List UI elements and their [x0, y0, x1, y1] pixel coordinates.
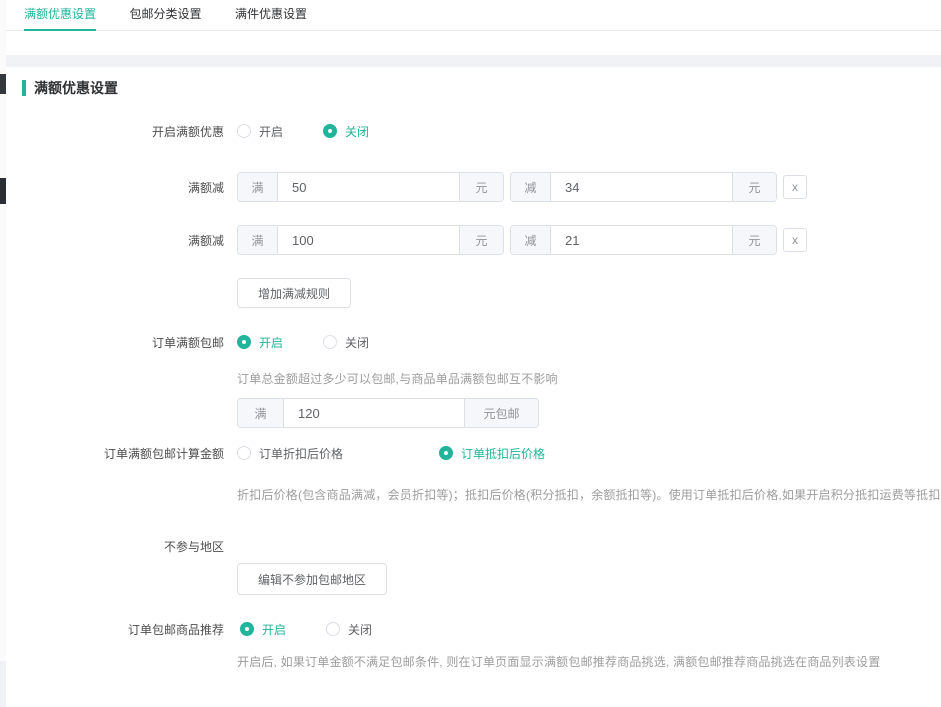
- free-shipping-tip: 订单总金额超过多少可以包邮,与商品单品满额包邮互不影响: [237, 370, 558, 387]
- tabs-nav: 满额优惠设置 包邮分类设置 满件优惠设置: [6, 0, 941, 31]
- rule-row-1: 满额减 满 元 减 元 x: [6, 172, 941, 202]
- calc-amount-label: 订单满额包邮计算金额: [6, 445, 224, 462]
- suffix-yuan: 元: [459, 226, 503, 254]
- recommend-tip-row: 开启后, 如果订单金额不满足包邮条件, 则在订单页面显示满额包邮推荐商品挑选, …: [6, 653, 941, 669]
- tabs-bar: 满额优惠设置 包邮分类设置 满件优惠设置: [6, 0, 941, 55]
- recommend-on-radio[interactable]: 开启: [240, 621, 286, 638]
- suffix-yuan: 元: [732, 173, 776, 201]
- settings-panel: 满额优惠设置 开启满额优惠 开启 关闭 满额减 满 元 减: [6, 67, 941, 707]
- radio-icon: [237, 335, 251, 349]
- edit-regions-button[interactable]: 编辑不参加包邮地区: [237, 563, 387, 595]
- free-shipping-off-radio[interactable]: 关闭: [323, 334, 369, 351]
- radio-label: 关闭: [345, 123, 369, 140]
- threshold-amount-input[interactable]: [284, 399, 464, 427]
- threshold-row: 满 元包邮: [6, 398, 941, 428]
- rule1-min-group: 满 元: [237, 172, 504, 202]
- order-free-shipping-row: 订单满额包邮 开启 关闭: [6, 333, 941, 351]
- section-title: 满额优惠设置: [34, 78, 118, 98]
- add-rule-row: 增加满减规则: [6, 278, 941, 308]
- rule-label: 满额减: [6, 232, 224, 249]
- tabs-divider: [6, 30, 941, 31]
- excluded-regions-label: 不参与地区: [6, 538, 224, 555]
- prefix-man: 满: [238, 226, 278, 254]
- add-rule-button[interactable]: 增加满减规则: [237, 278, 351, 308]
- threshold-group: 满 元包邮: [237, 398, 539, 428]
- prefix-man: 满: [238, 399, 284, 427]
- rule1-remove-button[interactable]: x: [783, 175, 807, 199]
- calc-tip: 折扣后价格(包含商品满减，会员折扣等)；抵扣后价格(积分抵扣，余额抵扣等)。使用…: [237, 486, 941, 502]
- prefix-man: 满: [238, 173, 278, 201]
- tab-full-quantity-discount[interactable]: 满件优惠设置: [235, 0, 307, 29]
- free-shipping-tip-row: 订单总金额超过多少可以包邮,与商品单品满额包邮互不影响: [6, 370, 941, 386]
- rule2-discount-amount-input[interactable]: [551, 226, 732, 254]
- recommend-row: 订单包邮商品推荐 开启 关闭: [6, 620, 941, 638]
- rule-row-2: 满额减 满 元 减 元 x: [6, 225, 941, 255]
- enable-discount-row: 开启满额优惠 开启 关闭: [6, 122, 941, 140]
- prefix-jian: 减: [511, 173, 551, 201]
- section-accent-bar: [22, 80, 26, 96]
- calc-tip-row: 折扣后价格(包含商品满减，会员折扣等)；抵扣后价格(积分抵扣，余额抵扣等)。使用…: [6, 486, 941, 502]
- rule1-min-amount-input[interactable]: [278, 173, 459, 201]
- radio-icon: [439, 446, 453, 460]
- rule-label: 满额减: [6, 179, 224, 196]
- calc-discounted-price-radio[interactable]: 订单折扣后价格: [237, 445, 343, 462]
- rule1-discount-group: 减 元: [510, 172, 777, 202]
- rule1-discount-amount-input[interactable]: [551, 173, 732, 201]
- suffix-yuan-baoyou: 元包邮: [464, 399, 538, 427]
- radio-label: 关闭: [348, 621, 372, 638]
- radio-icon: [323, 335, 337, 349]
- suffix-yuan: 元: [459, 173, 503, 201]
- rule2-discount-group: 减 元: [510, 225, 777, 255]
- radio-icon: [237, 124, 251, 138]
- calc-deducted-price-radio[interactable]: 订单抵扣后价格: [439, 445, 545, 462]
- radio-icon: [326, 622, 340, 636]
- rule2-min-group: 满 元: [237, 225, 504, 255]
- order-free-shipping-label: 订单满额包邮: [6, 334, 224, 351]
- radio-label: 关闭: [345, 334, 369, 351]
- radio-label: 开启: [259, 123, 283, 140]
- section-header: 满额优惠设置: [22, 78, 118, 98]
- tab-full-amount-discount[interactable]: 满额优惠设置: [24, 0, 96, 31]
- recommend-label: 订单包邮商品推荐: [6, 621, 224, 638]
- enable-off-radio[interactable]: 关闭: [323, 123, 369, 140]
- enable-discount-label: 开启满额优惠: [6, 123, 224, 140]
- enable-on-radio[interactable]: 开启: [237, 123, 283, 140]
- radio-icon: [323, 124, 337, 138]
- free-shipping-on-radio[interactable]: 开启: [237, 334, 283, 351]
- radio-label: 订单折扣后价格: [259, 445, 343, 462]
- recommend-tip: 开启后, 如果订单金额不满足包邮条件, 则在订单页面显示满额包邮推荐商品挑选, …: [237, 653, 880, 670]
- prefix-jian: 减: [511, 226, 551, 254]
- tab-free-shipping-category[interactable]: 包邮分类设置: [129, 0, 201, 29]
- radio-icon: [240, 622, 254, 636]
- calc-amount-row: 订单满额包邮计算金额 订单折扣后价格 订单抵扣后价格: [6, 444, 941, 462]
- rule2-min-amount-input[interactable]: [278, 226, 459, 254]
- radio-icon: [237, 446, 251, 460]
- edit-regions-row: 编辑不参加包邮地区: [6, 563, 941, 595]
- radio-label: 订单抵扣后价格: [461, 445, 545, 462]
- recommend-off-radio[interactable]: 关闭: [326, 621, 372, 638]
- radio-label: 开启: [262, 621, 286, 638]
- rule2-remove-button[interactable]: x: [783, 228, 807, 252]
- suffix-yuan: 元: [732, 226, 776, 254]
- radio-label: 开启: [259, 334, 283, 351]
- excluded-regions-row: 不参与地区: [6, 538, 941, 554]
